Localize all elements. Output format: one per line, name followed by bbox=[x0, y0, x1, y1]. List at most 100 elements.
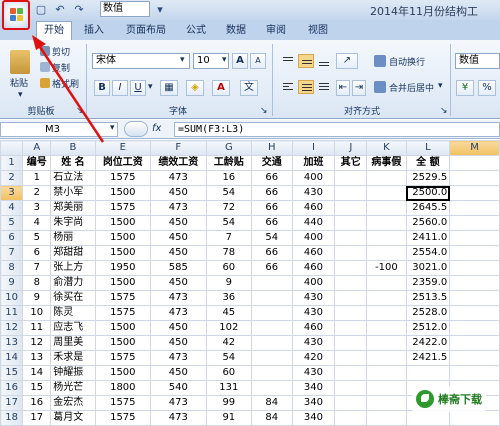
empty-cell[interactable] bbox=[449, 155, 500, 171]
table-cell[interactable] bbox=[366, 215, 407, 231]
table-cell[interactable] bbox=[251, 335, 293, 351]
column-header[interactable]: G bbox=[205, 140, 253, 156]
formula-input[interactable]: =SUM(F3:L3) bbox=[174, 122, 500, 137]
header-cell[interactable]: 交通 bbox=[251, 155, 293, 171]
table-cell[interactable]: 应志飞 bbox=[50, 320, 96, 336]
paste-icon[interactable] bbox=[10, 50, 30, 74]
table-cell[interactable]: 66 bbox=[251, 245, 293, 261]
row-header[interactable]: 3 bbox=[0, 185, 24, 201]
row-header[interactable]: 9 bbox=[0, 275, 24, 291]
table-cell[interactable]: 66 bbox=[251, 185, 293, 201]
table-cell[interactable]: 2529.5 bbox=[405, 170, 451, 186]
row-header[interactable]: 17 bbox=[0, 395, 24, 411]
table-cell[interactable] bbox=[334, 275, 368, 291]
formula-bar-resize-handle[interactable] bbox=[124, 121, 148, 137]
empty-cell[interactable] bbox=[449, 320, 500, 336]
table-cell[interactable] bbox=[334, 200, 368, 216]
cut-icon[interactable] bbox=[40, 46, 50, 56]
table-cell[interactable]: 450 bbox=[150, 185, 207, 201]
name-box[interactable]: M3 bbox=[0, 122, 118, 137]
table-cell[interactable]: 2359.0 bbox=[405, 275, 451, 291]
table-cell[interactable] bbox=[366, 170, 407, 186]
align-center-icon[interactable] bbox=[298, 80, 314, 94]
table-cell[interactable]: 473 bbox=[150, 410, 207, 426]
table-cell[interactable] bbox=[334, 335, 368, 351]
table-cell[interactable]: 84 bbox=[251, 410, 293, 426]
table-cell[interactable]: 4 bbox=[22, 215, 52, 231]
table-cell[interactable] bbox=[334, 380, 368, 396]
header-cell[interactable]: 姓 名 bbox=[50, 155, 96, 171]
qat-font-select[interactable]: 数值 bbox=[100, 1, 150, 17]
header-cell[interactable]: 其它 bbox=[334, 155, 368, 171]
table-cell[interactable] bbox=[366, 380, 407, 396]
empty-cell[interactable] bbox=[449, 350, 500, 366]
shrink-font-button[interactable]: A bbox=[250, 53, 266, 69]
paste-dropdown-icon[interactable]: ▾ bbox=[18, 90, 23, 100]
table-cell[interactable] bbox=[251, 380, 293, 396]
table-cell[interactable]: 340 bbox=[291, 380, 336, 396]
table-cell[interactable]: 陈灵 bbox=[50, 305, 96, 321]
column-header[interactable]: K bbox=[366, 140, 407, 156]
table-cell[interactable]: 66 bbox=[251, 170, 293, 186]
table-cell[interactable]: 473 bbox=[150, 305, 207, 321]
table-cell[interactable]: 杨丽 bbox=[50, 230, 96, 246]
align-top-icon[interactable] bbox=[280, 54, 296, 68]
table-cell[interactable]: 450 bbox=[150, 335, 207, 351]
row-header[interactable]: 16 bbox=[0, 380, 24, 396]
table-cell[interactable]: 54 bbox=[205, 350, 253, 366]
copy-button[interactable]: 复制 bbox=[52, 61, 70, 74]
table-cell[interactable]: 11 bbox=[22, 320, 52, 336]
table-cell[interactable]: 66 bbox=[251, 200, 293, 216]
select-all-corner[interactable] bbox=[0, 140, 24, 156]
table-cell[interactable]: 460 bbox=[291, 200, 336, 216]
row-header[interactable]: 15 bbox=[0, 365, 24, 381]
empty-cell[interactable] bbox=[449, 365, 500, 381]
insert-function-button[interactable]: fx bbox=[152, 123, 161, 134]
table-cell[interactable] bbox=[334, 245, 368, 261]
table-cell[interactable]: 10 bbox=[22, 305, 52, 321]
empty-cell[interactable] bbox=[449, 245, 500, 261]
table-cell[interactable]: 郑甜甜 bbox=[50, 245, 96, 261]
table-cell[interactable]: 3021.0 bbox=[405, 260, 451, 276]
table-cell[interactable]: 340 bbox=[291, 395, 336, 411]
table-cell[interactable]: 1800 bbox=[94, 380, 152, 396]
table-cell[interactable] bbox=[366, 185, 407, 201]
number-format-select[interactable]: 数值 bbox=[455, 53, 500, 69]
table-cell[interactable] bbox=[334, 365, 368, 381]
alignment-launcher-icon[interactable]: ↘ bbox=[440, 106, 448, 116]
table-cell[interactable]: 13 bbox=[22, 350, 52, 366]
percent-button[interactable]: % bbox=[478, 80, 496, 96]
table-cell[interactable] bbox=[251, 320, 293, 336]
table-cell[interactable]: 450 bbox=[150, 230, 207, 246]
table-cell[interactable] bbox=[334, 170, 368, 186]
increase-indent-button[interactable]: ⇥ bbox=[352, 80, 366, 96]
table-cell[interactable]: 473 bbox=[150, 200, 207, 216]
empty-cell[interactable] bbox=[449, 215, 500, 231]
empty-cell[interactable] bbox=[449, 275, 500, 291]
align-left-icon[interactable] bbox=[280, 80, 296, 94]
table-cell[interactable] bbox=[366, 320, 407, 336]
table-cell[interactable]: 473 bbox=[150, 290, 207, 306]
table-cell[interactable]: 3 bbox=[22, 200, 52, 216]
orientation-button[interactable]: ↗ bbox=[336, 53, 358, 69]
table-cell[interactable]: 1575 bbox=[94, 200, 152, 216]
table-cell[interactable] bbox=[334, 230, 368, 246]
row-header[interactable]: 10 bbox=[0, 290, 24, 306]
table-cell[interactable] bbox=[334, 320, 368, 336]
table-cell[interactable]: 15 bbox=[22, 380, 52, 396]
font-launcher-icon[interactable]: ↘ bbox=[260, 106, 268, 116]
table-cell[interactable]: 2421.5 bbox=[405, 350, 451, 366]
table-cell[interactable]: 徐买在 bbox=[50, 290, 96, 306]
underline-button[interactable]: U bbox=[130, 80, 146, 96]
table-cell[interactable]: 14 bbox=[22, 365, 52, 381]
table-cell[interactable]: 周里美 bbox=[50, 335, 96, 351]
tab-review[interactable]: 审阅 bbox=[258, 22, 294, 40]
row-header[interactable]: 4 bbox=[0, 200, 24, 216]
column-header[interactable]: E bbox=[94, 140, 152, 156]
header-cell[interactable]: 绩效工资 bbox=[150, 155, 207, 171]
row-header[interactable]: 5 bbox=[0, 215, 24, 231]
table-cell[interactable] bbox=[251, 350, 293, 366]
cut-button[interactable]: 剪切 bbox=[52, 45, 70, 58]
table-cell[interactable] bbox=[334, 185, 368, 201]
tab-view[interactable]: 视图 bbox=[300, 22, 336, 40]
